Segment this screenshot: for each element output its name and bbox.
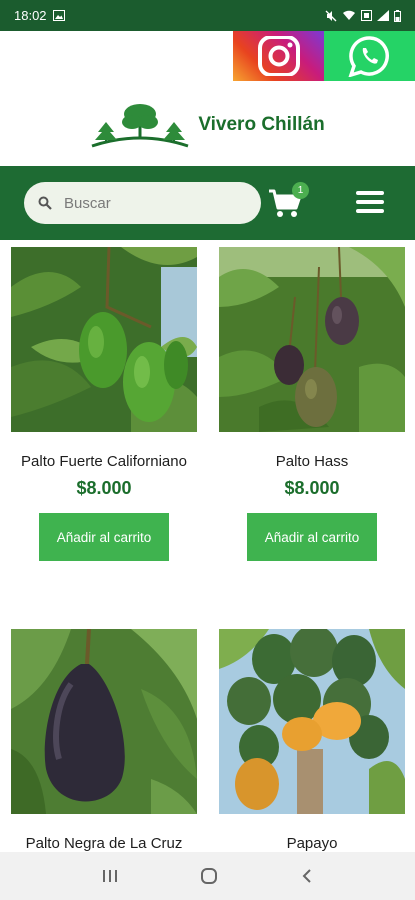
back-icon[interactable]	[300, 868, 314, 884]
search-input[interactable]	[64, 194, 234, 212]
search-icon	[38, 196, 52, 210]
hamburger-menu-icon[interactable]	[356, 191, 384, 213]
product-price: $8.000	[76, 478, 132, 498]
product-name: Palto Negra de La Cruz	[25, 835, 183, 852]
product-card: Papayo	[219, 629, 405, 852]
product-card: Palto Fuerte Californiano $8.000 Añadir …	[11, 247, 197, 561]
trees-logo-icon	[91, 104, 189, 148]
product-image-papayo[interactable]	[219, 629, 405, 814]
search-box[interactable]	[24, 182, 261, 224]
brand-name: Vivero Chillán	[198, 114, 325, 135]
status-time: 18:02	[14, 8, 47, 23]
product-image-palto-fuerte[interactable]	[11, 247, 197, 432]
product-name: Papayo	[286, 835, 338, 852]
mute-icon	[325, 10, 337, 21]
signal-icon	[377, 10, 389, 21]
add-to-cart-button[interactable]: Añadir al carrito	[39, 513, 169, 561]
add-to-cart-button[interactable]: Añadir al carrito	[247, 513, 377, 561]
social-links	[233, 31, 415, 81]
product-name: Palto Fuerte Californiano	[21, 453, 187, 470]
status-bar: 18:02	[0, 0, 415, 31]
gallery-notification-icon	[52, 10, 65, 21]
whatsapp-button[interactable]	[324, 31, 415, 81]
battery-icon	[394, 9, 401, 22]
instagram-icon	[257, 36, 300, 76]
android-navigation-bar	[0, 852, 415, 900]
instagram-button[interactable]	[233, 31, 324, 81]
recent-apps-icon[interactable]	[101, 868, 119, 884]
product-image-palto-hass[interactable]	[219, 247, 405, 432]
header-bar: 1	[0, 166, 415, 240]
product-price: $8.000	[284, 478, 340, 498]
product-name: Palto Hass	[275, 453, 349, 470]
product-image-palto-negra[interactable]	[11, 629, 197, 814]
data-icon	[361, 10, 372, 21]
brand-logo[interactable]: Vivero Chillán	[0, 95, 415, 155]
home-icon[interactable]	[200, 867, 218, 885]
wifi-icon	[343, 10, 355, 20]
cart-count-badge: 1	[292, 182, 309, 199]
product-card: Palto Negra de La Cruz	[11, 629, 197, 852]
whatsapp-icon	[347, 36, 389, 77]
product-grid: Palto Fuerte Californiano $8.000 Añadir …	[0, 240, 415, 852]
product-card: Palto Hass $8.000 Añadir al carrito	[219, 247, 405, 561]
